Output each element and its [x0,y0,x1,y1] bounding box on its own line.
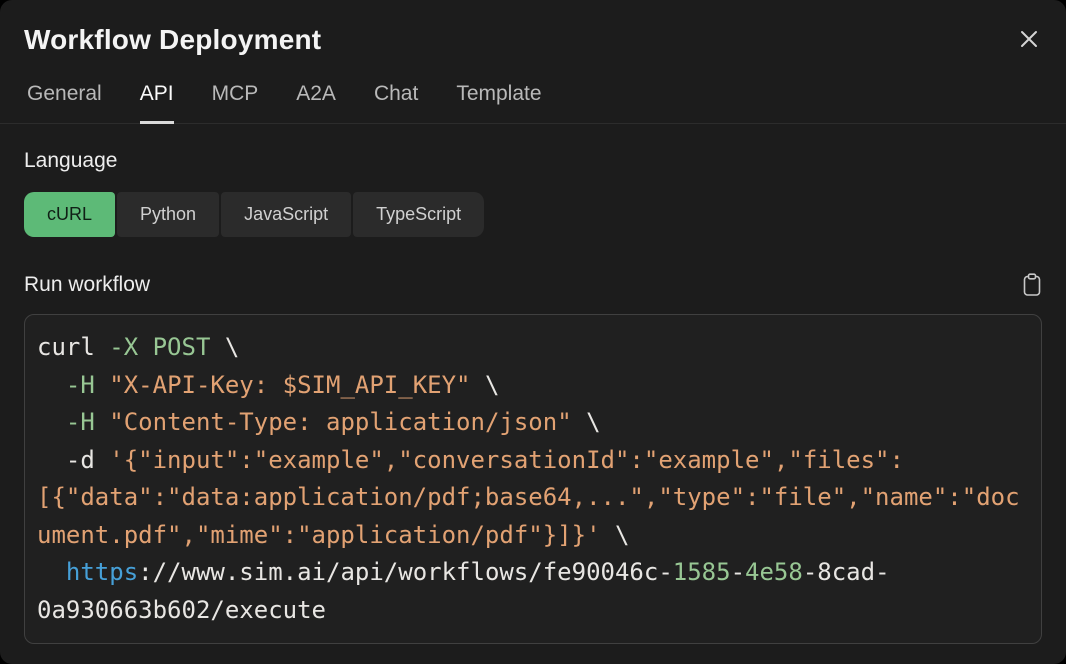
tab-bar: General API MCP A2A Chat Template [0,82,1066,124]
run-workflow-row: Run workflow [24,273,1042,297]
dialog-header: Workflow Deployment [0,0,1066,56]
language-selector: cURLPythonJavaScriptTypeScript [24,192,1042,237]
clipboard-icon [1022,285,1042,300]
code-line: -H "X-API-Key: $SIM_API_KEY" \ [37,367,1029,405]
page-title: Workflow Deployment [24,24,321,56]
close-button[interactable] [1016,26,1042,52]
copy-button[interactable] [1022,273,1042,297]
code-line: [{"data":"data:application/pdf;base64,..… [37,479,1029,517]
code-line: https://www.sim.ai/api/workflows/fe90046… [37,554,1029,592]
dialog-content: Language cURLPythonJavaScriptTypeScript … [0,149,1066,644]
tab-chat[interactable]: Chat [374,82,418,124]
tab-api[interactable]: API [140,82,174,124]
tab-template[interactable]: Template [456,82,541,124]
code-line: curl -X POST \ [37,329,1029,367]
code-line: 0a930663b602/execute [37,592,1029,630]
tab-general[interactable]: General [27,82,102,124]
code-line: -H "Content-Type: application/json" \ [37,404,1029,442]
language-label: Language [24,149,1042,173]
language-option-typescript[interactable]: TypeScript [353,192,484,237]
language-option-python[interactable]: Python [117,192,219,237]
workflow-deployment-dialog: Workflow Deployment General API MCP A2A Chat… [0,0,1066,664]
language-option-javascript[interactable]: JavaScript [221,192,351,237]
tab-a2a[interactable]: A2A [296,82,336,124]
language-option-curl[interactable]: cURL [24,192,115,237]
code-block[interactable]: curl -X POST \ -H "X-API-Key: $SIM_API_K… [24,314,1042,644]
code-line: -d '{"input":"example","conversationId":… [37,442,1029,480]
run-workflow-label: Run workflow [24,273,150,297]
tab-mcp[interactable]: MCP [212,82,259,124]
close-icon [1018,38,1040,53]
code-line: ument.pdf","mime":"application/pdf"}]}' … [37,517,1029,555]
